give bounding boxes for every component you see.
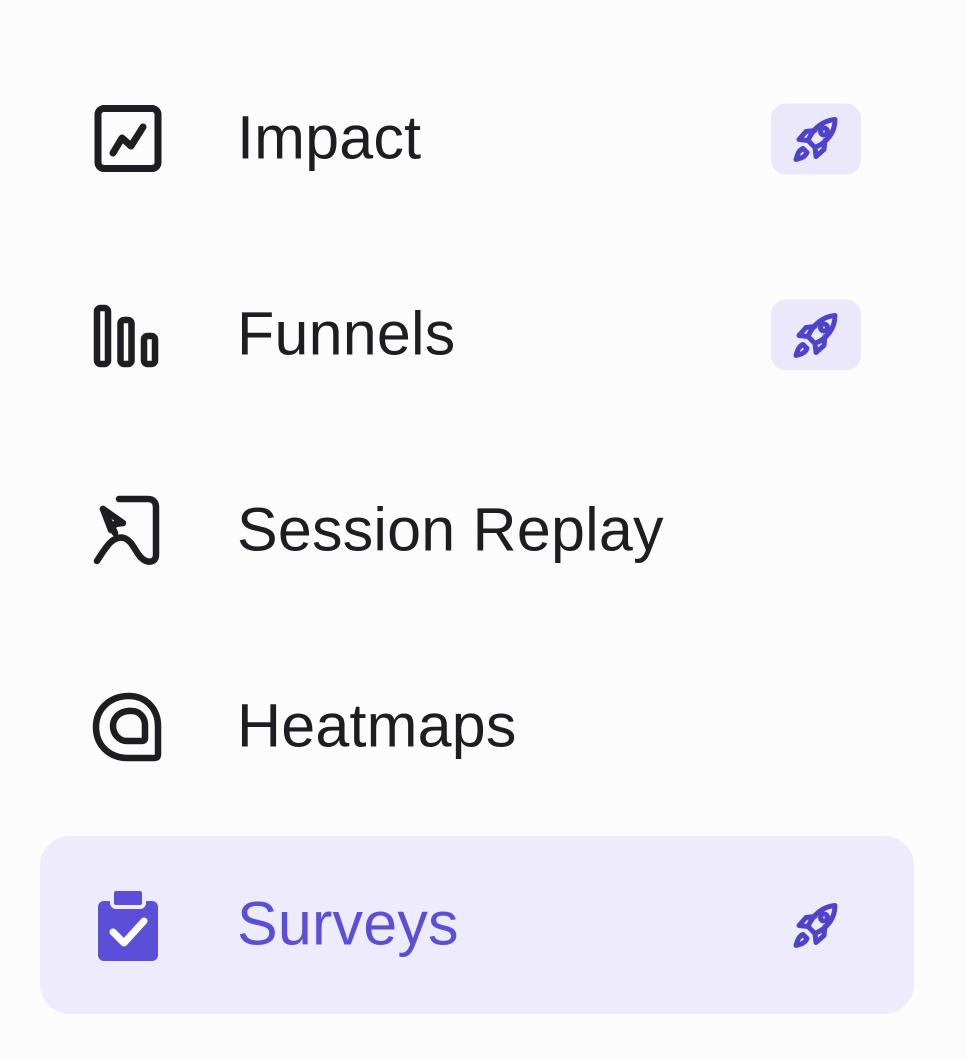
rocket-icon [793, 116, 838, 162]
session-replay-icon [88, 491, 168, 571]
nav-item-label: Heatmaps [237, 691, 517, 760]
nav-item-label: Impact [237, 103, 422, 172]
nav-item-label: Funnels [237, 299, 456, 368]
funnel-bars-icon [88, 295, 168, 375]
nav-item-surveys[interactable]: Surveys [40, 836, 914, 1014]
nav-item-label: Surveys [237, 889, 459, 958]
rocket-badge [771, 299, 861, 371]
nav-item-heatmaps[interactable]: Heatmaps [40, 638, 914, 816]
clipboard-check-icon [88, 885, 168, 965]
sidebar-nav: Impact Funnels Session Replay Heatmaps S… [0, 0, 966, 1060]
trending-chart-icon [88, 99, 168, 179]
nav-item-session-replay[interactable]: Session Replay [40, 442, 914, 620]
rocket-icon [793, 902, 838, 948]
heatmap-icon [88, 687, 168, 767]
rocket-badge [771, 103, 861, 175]
rocket-badge [771, 890, 861, 961]
nav-item-impact[interactable]: Impact [40, 50, 914, 228]
nav-item-funnels[interactable]: Funnels [40, 246, 914, 424]
nav-item-label: Session Replay [237, 495, 664, 564]
rocket-icon [793, 312, 838, 358]
